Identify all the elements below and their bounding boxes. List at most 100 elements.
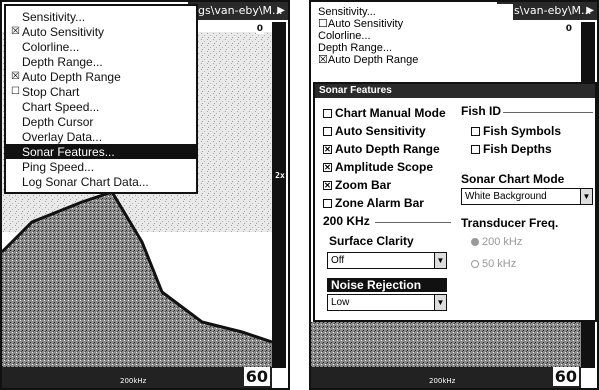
checkbox-label: Fish Depths — [483, 142, 552, 156]
checkbox-label: Zoom Bar — [335, 178, 392, 192]
menu-item[interactable]: Colorline... — [318, 30, 508, 42]
select-value: Off — [331, 255, 345, 266]
checkbox-label: Chart Manual Mode — [335, 106, 446, 120]
checked-box-icon: ☒ — [11, 26, 20, 37]
title-text: ngs\van-eby\M... — [191, 4, 283, 17]
menu-item-label: Sonar Features... — [22, 144, 115, 159]
checkbox-box — [471, 144, 480, 154]
depth-top-label: 0 — [255, 24, 264, 34]
chart-mode-select[interactable]: White Background ▼ — [461, 188, 593, 205]
menu-item-label: Depth Cursor — [22, 114, 94, 129]
sonar-context-menu: Sensitivity... ☒ Auto Sensitivity Colorline… — [4, 4, 198, 194]
menu-item-label: Log Sonar Chart Data... — [22, 174, 149, 189]
menu-item[interactable]: Log Sonar Chart Data... — [6, 174, 196, 189]
menu-item[interactable]: Depth Range... — [318, 42, 508, 54]
option-checkbox[interactable]: Auto Sensitivity — [323, 124, 426, 138]
radio-label: 50 kHz — [482, 258, 517, 270]
checked-box-icon: ✕ — [323, 162, 332, 172]
chevron-down-icon: ▼ — [434, 295, 446, 310]
play-arrow-icon[interactable]: ▶ — [586, 2, 594, 20]
option-checkbox[interactable]: ✕ Zoom Bar — [323, 178, 391, 192]
checkbox-label: Auto Depth Range — [335, 142, 440, 156]
menu-item[interactable]: ☐Auto Sensitivity — [318, 18, 508, 30]
title-text: ngs\van-eby\M... — [500, 4, 592, 17]
fish-depths-checkbox[interactable]: Fish Depths — [471, 142, 552, 156]
menu-item[interactable]: ☒ Auto Sensitivity — [6, 24, 196, 39]
checkbox-label: Zone Alarm Bar — [335, 196, 424, 210]
menu-item-label: Sensitivity... — [318, 6, 376, 18]
menu-item[interactable]: Colorline... — [6, 39, 196, 54]
transducer-header: Transducer Freq. — [461, 216, 559, 230]
frequency-label: 200kHz — [120, 377, 147, 385]
chart-mode-header: Sonar Chart Mode — [461, 172, 565, 186]
frequency-label: 200kHz — [429, 377, 456, 385]
radio-dot — [471, 260, 479, 268]
menu-item-label: Chart Speed... — [22, 99, 100, 114]
menu-item[interactable]: Sensitivity... — [6, 9, 196, 24]
unchecked-box-icon: ☐ — [11, 86, 20, 97]
menu-item-label: Colorline... — [318, 30, 371, 42]
menu-item-label: Depth Range... — [22, 54, 103, 69]
background-menu: Sensitivity... ☐Auto Sensitivity Colorli… — [313, 4, 513, 68]
checkbox-label: Fish Symbols — [483, 124, 562, 138]
menu-item[interactable]: Chart Speed... — [6, 99, 196, 114]
zoom-bar — [272, 22, 286, 368]
chevron-down-icon: ▼ — [580, 189, 592, 204]
play-arrow-icon[interactable]: ▶ — [277, 2, 285, 20]
noise-rejection-select[interactable]: Low ▼ — [327, 294, 447, 311]
menu-item-label: Depth Range... — [318, 42, 392, 54]
depth-top-label: 0 — [564, 24, 573, 34]
radio-50khz[interactable]: 50 kHz — [471, 258, 516, 270]
zoom-label: 2x — [275, 171, 285, 180]
select-value: Low — [331, 297, 350, 308]
select-value: White Background — [465, 191, 547, 202]
fish-symbols-checkbox[interactable]: Fish Symbols — [471, 124, 561, 138]
radio-dot — [471, 238, 479, 246]
checked-box-icon: ✕ — [323, 144, 332, 154]
menu-item-label: Auto Sensitivity — [22, 24, 105, 39]
depth-bottom-label: 60 — [552, 367, 579, 386]
khz-header: 200 KHz — [323, 214, 370, 228]
unchecked-box-icon — [323, 126, 332, 136]
fish-id-header: Fish ID — [461, 104, 502, 118]
divider — [503, 112, 593, 113]
surface-clarity-select[interactable]: Off ▼ — [327, 252, 447, 269]
unchecked-box-icon — [323, 108, 332, 118]
checkbox-label: Amplitude Scope — [335, 160, 434, 174]
menu-item[interactable]: Sensitivity... — [318, 6, 508, 18]
unchecked-box-icon — [323, 198, 332, 208]
menu-item[interactable]: Ping Speed... — [6, 159, 196, 174]
radio-200khz[interactable]: 200 kHz — [471, 236, 522, 248]
checkbox-box — [471, 126, 480, 136]
option-checkbox[interactable]: Chart Manual Mode — [323, 106, 446, 120]
checked-box-icon: ☒ — [11, 71, 20, 82]
menu-item[interactable]: Depth Range... — [6, 54, 196, 69]
menu-item[interactable]: ☒Auto Depth Range — [6, 69, 196, 84]
radio-label: 200 kHz — [482, 236, 523, 248]
menu-item-label: Auto Depth Range — [327, 54, 419, 66]
menu-item[interactable]: Sonar Features... — [6, 144, 196, 159]
window-title: ngs\van-eby\M... ▶ — [188, 2, 288, 20]
left-screen: 2x 0 200kHz 60 ngs\van-eby\M... ▶ Sensit… — [0, 0, 290, 390]
depth-bottom-label: 60 — [243, 367, 270, 386]
right-screen: 0 200kHz 60 ngs\van-eby\M... ▶ Sensitivi… — [309, 0, 599, 390]
option-checkbox[interactable]: Zone Alarm Bar — [323, 196, 424, 210]
sonar-features-dialog: Sonar Features Chart Manual Mode Auto Sen… — [313, 82, 597, 322]
menu-item-label: Stop Chart — [22, 84, 80, 99]
menu-item-label: Auto Sensitivity — [327, 18, 404, 30]
menu-item-label: Colorline... — [22, 39, 80, 54]
menu-item-label: Overlay Data... — [22, 129, 103, 144]
checkbox-label: Auto Sensitivity — [335, 124, 426, 138]
menu-item[interactable]: Depth Cursor — [6, 114, 196, 129]
divider — [375, 222, 451, 223]
option-checkbox[interactable]: ✕ Auto Depth Range — [323, 142, 440, 156]
menu-item[interactable]: Overlay Data... — [6, 129, 196, 144]
menu-item-label: Ping Speed... — [22, 159, 95, 174]
menu-item-label: Auto Depth Range — [22, 69, 121, 84]
option-checkbox[interactable]: ✕ Amplitude Scope — [323, 160, 433, 174]
menu-item[interactable]: ☒Auto Depth Range — [318, 54, 508, 66]
menu-item[interactable]: ☐ Stop Chart — [6, 84, 196, 99]
menu-item-label: Sensitivity... — [22, 9, 86, 24]
checked-box-icon: ✕ — [323, 180, 332, 190]
chevron-down-icon: ▼ — [434, 253, 446, 268]
